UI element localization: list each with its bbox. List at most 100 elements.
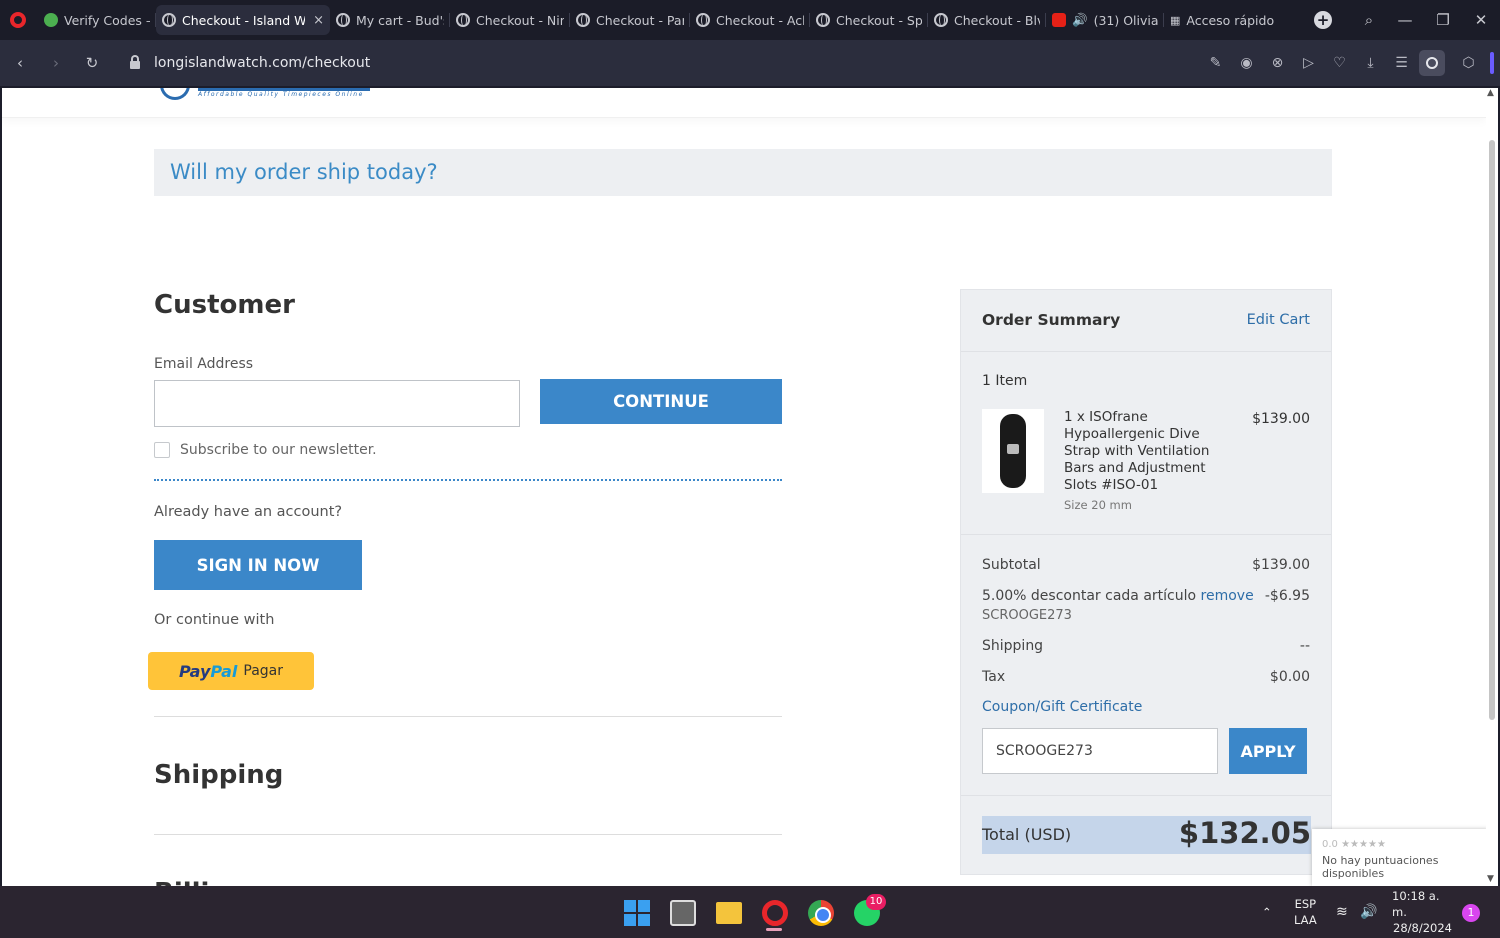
minimize-icon[interactable]: — — [1386, 0, 1424, 40]
globe-icon — [162, 13, 176, 27]
shipping-label: Shipping — [982, 638, 1044, 654]
scrollbar-thumb[interactable] — [1489, 140, 1495, 720]
whatsapp-badge: 10 — [866, 894, 886, 910]
dotted-divider — [154, 479, 782, 481]
extensions-icon[interactable]: ⬡ — [1453, 55, 1484, 71]
clock-date: 28/8/2024 — [1393, 921, 1452, 935]
discount-label: 5.00% descontar cada artículo — [982, 588, 1197, 604]
rating-badge[interactable]: 0.0 ★★★★★ No hay puntuaciones disponible… — [1312, 829, 1488, 886]
adblock-icon[interactable]: ⊗ — [1262, 55, 1293, 71]
tax-value: $0.00 — [1269, 669, 1310, 685]
profile-icon[interactable] — [1419, 50, 1445, 76]
tab-close-icon[interactable]: × — [313, 13, 324, 28]
ship-today-link[interactable]: Will my order ship today? — [170, 160, 438, 184]
globe-icon — [336, 13, 350, 27]
sign-in-button[interactable]: SIGN IN NOW — [154, 540, 362, 590]
shipping-value: -- — [1299, 638, 1310, 654]
page-viewport: Affordable Quality Timepieces Online Wil… — [2, 88, 1498, 886]
edit-cart-link[interactable]: Edit Cart — [1247, 312, 1310, 328]
or-continue-text: Or continue with — [154, 612, 275, 628]
globe-icon — [696, 13, 710, 27]
tab-checkout-island-watch[interactable]: Checkout - Island Watch × — [156, 5, 330, 35]
edit-icon[interactable]: ✎ — [1200, 55, 1231, 71]
scroll-down-icon[interactable]: ▼ — [1487, 874, 1494, 884]
discount-value: -$6.95 — [1264, 588, 1310, 604]
item-count: 1 Item — [982, 373, 1028, 389]
windows-start-icon[interactable] — [624, 900, 650, 926]
tab-youtube[interactable]: 🔊 (31) Olivia R — [1046, 5, 1164, 35]
toolbar-icons: ✎ ◉ ⊗ ▷ ♡ ⤓ ☰ ⬡ — [1200, 40, 1500, 86]
opera-taskbar-icon[interactable] — [762, 900, 788, 926]
tab-checkout-sprin[interactable]: Checkout - Sprin — [810, 5, 928, 35]
file-explorer-icon[interactable] — [716, 902, 742, 924]
coupon-input[interactable]: SCROOGE273 — [982, 728, 1218, 774]
volume-icon[interactable]: 🔊 — [1360, 886, 1377, 938]
clock[interactable]: 10:18 a. m. 28/8/2024 — [1392, 886, 1452, 938]
continue-button[interactable]: CONTINUE — [540, 379, 782, 424]
back-icon[interactable]: ‹ — [2, 54, 38, 72]
scrollbar[interactable]: ▲ ▼ — [1486, 88, 1498, 886]
shipping-heading: Shipping — [154, 760, 284, 790]
paypal-label: Pagar — [243, 663, 284, 679]
menu-icon[interactable]: ☰ — [1386, 55, 1417, 71]
reload-icon[interactable]: ↻ — [74, 54, 110, 72]
camera-icon[interactable]: ◉ — [1231, 55, 1262, 71]
tab-checkout-para[interactable]: Checkout - Para — [570, 5, 690, 35]
restore-icon[interactable]: ❐ — [1424, 0, 1462, 40]
close-window-icon[interactable]: ✕ — [1462, 0, 1500, 40]
tab-quick-access[interactable]: ▦ Acceso rápido — [1164, 5, 1294, 35]
logo-tagline: Affordable Quality Timepieces Online — [198, 91, 364, 98]
paypal-button[interactable]: Pay Pal Pagar — [148, 652, 314, 690]
subtotal-value: $139.00 — [1252, 557, 1310, 573]
tray-overflow-icon[interactable]: ⌃ — [1262, 886, 1272, 938]
youtube-icon — [1052, 13, 1066, 27]
apply-coupon-button[interactable]: APPLY — [1229, 728, 1307, 774]
discount-remove-link[interactable]: remove — [1201, 588, 1254, 604]
newsletter-option[interactable]: Subscribe to our newsletter. — [154, 442, 377, 458]
search-tabs-icon[interactable]: ⌕ — [1350, 0, 1388, 40]
coupon-toggle-link[interactable]: Coupon/Gift Certificate — [982, 699, 1142, 715]
ship-today-banner[interactable]: Will my order ship today? — [154, 149, 1332, 196]
taskbar — [0, 886, 1500, 938]
new-tab-button[interactable]: + — [1314, 11, 1332, 29]
paypal-logo-pay: Pay — [178, 661, 211, 681]
rating-stars: 0.0 ★★★★★ — [1322, 839, 1386, 850]
sidebar-accent — [1490, 52, 1494, 74]
email-label: Email Address — [154, 356, 254, 372]
heart-icon[interactable]: ♡ — [1324, 55, 1355, 71]
tab-checkout-nint[interactable]: Checkout - Nint — [450, 5, 570, 35]
opera-menu-icon[interactable] — [10, 12, 26, 28]
total-label: Total (USD) — [982, 825, 1072, 844]
play-icon[interactable]: ▷ — [1293, 55, 1324, 71]
tab-my-cart[interactable]: My cart - Bud's — [330, 5, 450, 35]
globe-icon — [934, 13, 948, 27]
scroll-up-icon[interactable]: ▲ — [1487, 88, 1494, 98]
task-view-icon[interactable] — [670, 900, 696, 926]
tab-favicon-icon — [44, 13, 58, 27]
active-app-indicator — [766, 928, 782, 931]
region-code: LAA — [1294, 913, 1317, 927]
url-field[interactable]: longislandwatch.com/checkout — [154, 55, 370, 71]
forward-icon[interactable]: › — [38, 54, 74, 72]
order-total: Total (USD) $132.05 — [982, 816, 1311, 854]
tab-checkout-acka[interactable]: Checkout - Acka — [690, 5, 810, 35]
strap-image — [1000, 414, 1026, 488]
wifi-icon[interactable]: ≋ — [1336, 886, 1348, 938]
download-icon[interactable]: ⤓ — [1355, 55, 1386, 71]
summary-divider — [961, 795, 1331, 796]
language-indicator[interactable]: ESP LAA — [1294, 886, 1317, 938]
paypal-logo-pal: Pal — [210, 661, 238, 681]
chrome-icon[interactable] — [808, 900, 834, 926]
site-logo[interactable] — [160, 88, 190, 100]
billing-heading: Billing — [154, 878, 247, 886]
email-input[interactable] — [154, 380, 520, 427]
newsletter-checkbox[interactable] — [154, 442, 170, 458]
clock-time: 10:18 a. m. — [1392, 889, 1440, 919]
tab-checkout-blve[interactable]: Checkout - Blve — [928, 5, 1046, 35]
summary-divider — [961, 534, 1331, 535]
tab-verify-codes[interactable]: Verify Codes — — [38, 5, 156, 35]
globe-icon — [456, 13, 470, 27]
notification-badge[interactable]: 1 — [1462, 904, 1480, 922]
grid-icon: ▦ — [1170, 13, 1181, 27]
speaker-icon: 🔊 — [1072, 12, 1088, 27]
